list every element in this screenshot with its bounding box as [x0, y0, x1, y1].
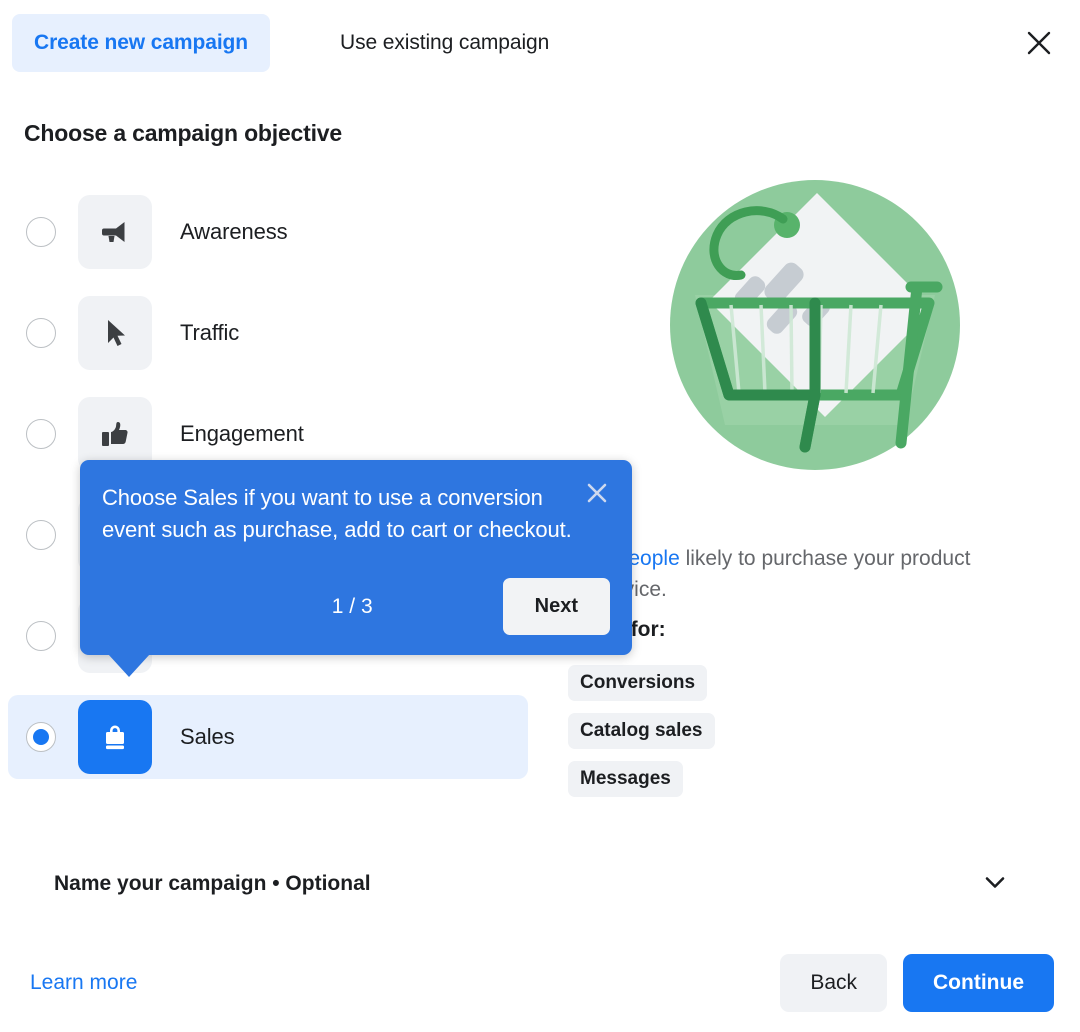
chevron-down-icon[interactable]: [982, 869, 1008, 900]
onboarding-tooltip: Choose Sales if you want to use a conver…: [80, 460, 632, 677]
objective-label-sales: Sales: [180, 724, 235, 749]
radio-option-4[interactable]: [26, 520, 56, 550]
footer-actions: Back Continue: [780, 954, 1054, 1012]
close-icon: [1026, 30, 1052, 56]
tooltip-arrow: [108, 654, 150, 677]
objective-icon-tile-traffic: [78, 296, 152, 370]
objective-label-engagement: Engagement: [180, 421, 304, 446]
tab-use-existing-campaign[interactable]: Use existing campaign: [318, 14, 571, 72]
name-campaign-label: Name your campaign • Optional: [54, 872, 371, 895]
objective-row-traffic[interactable]: Traffic: [8, 291, 528, 375]
shopping-cart-price-tag-illustration: [665, 175, 965, 475]
radio-option-5[interactable]: [26, 621, 56, 651]
radio-awareness[interactable]: [26, 217, 56, 247]
chip-catalog-sales: Catalog sales: [568, 713, 715, 749]
learn-more-link[interactable]: Learn more: [30, 971, 137, 995]
tooltip-text: Choose Sales if you want to use a conver…: [102, 485, 572, 542]
info-panel-chip-list: Conversions Catalog sales Messages: [568, 665, 715, 809]
close-dialog-button[interactable]: [1018, 22, 1060, 64]
objective-icon-tile-sales: [78, 700, 152, 774]
chip-messages: Messages: [568, 761, 683, 797]
objective-icon-tile-awareness: [78, 195, 152, 269]
tooltip-next-button[interactable]: Next: [502, 578, 610, 635]
tab-create-new-campaign[interactable]: Create new campaign: [12, 14, 271, 72]
objective-label-awareness: Awareness: [180, 219, 288, 244]
campaign-objective-dialog: Create new campaign Use existing campaig…: [0, 0, 1080, 1032]
tooltip-close-button[interactable]: [582, 480, 612, 510]
back-button[interactable]: Back: [780, 954, 888, 1012]
chip-conversions: Conversions: [568, 665, 708, 701]
shopping-bag-icon: [97, 719, 133, 755]
radio-engagement[interactable]: [26, 419, 56, 449]
thumbs-up-icon: [98, 417, 132, 451]
dialog-topbar: Create new campaign Use existing campaig…: [0, 0, 1080, 86]
objective-label-traffic: Traffic: [180, 320, 240, 345]
dialog-footer: Learn more Back Continue: [0, 934, 1080, 1032]
name-campaign-section[interactable]: Name your campaign • Optional: [0, 862, 1080, 906]
page-title: Choose a campaign objective: [24, 120, 342, 146]
tooltip-footer: 1 / 3 Next: [102, 578, 610, 635]
tooltip-step-counter: 1 / 3: [331, 594, 373, 618]
objective-row-awareness[interactable]: Awareness: [8, 190, 528, 274]
close-icon: [586, 482, 608, 509]
megaphone-icon: [97, 214, 133, 250]
objective-row-sales[interactable]: Sales: [8, 695, 528, 779]
radio-traffic[interactable]: [26, 318, 56, 348]
info-panel-description: Find people likely to purchase your prod…: [570, 543, 990, 605]
radio-sales[interactable]: [26, 722, 56, 752]
cursor-arrow-icon: [98, 316, 132, 350]
continue-button[interactable]: Continue: [903, 954, 1054, 1012]
